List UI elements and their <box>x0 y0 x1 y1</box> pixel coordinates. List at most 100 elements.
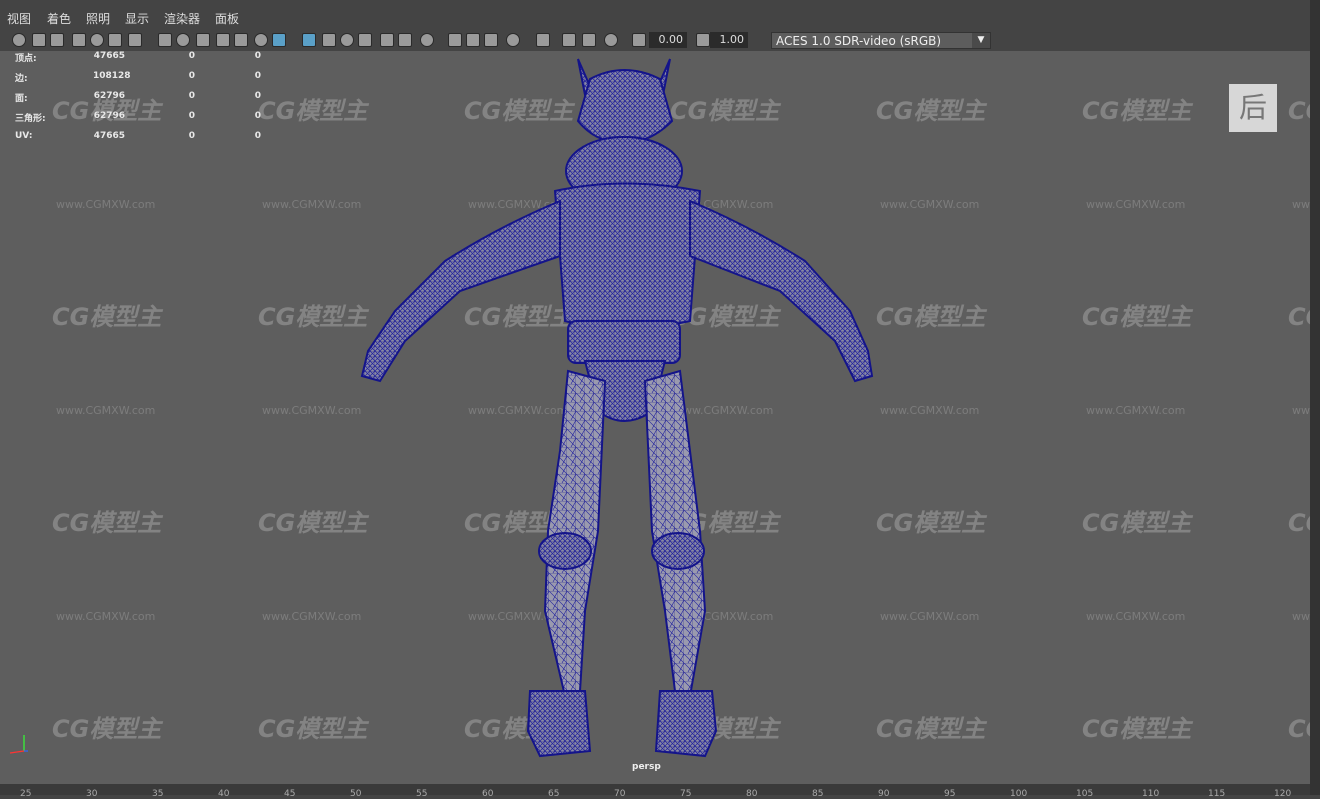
hud-value: 62796 <box>93 111 125 121</box>
shadows-icon[interactable] <box>398 33 412 47</box>
gamma-field[interactable]: 1.00 <box>710 32 748 48</box>
hud-value: 0 <box>254 111 261 121</box>
anti-alias-icon[interactable] <box>466 33 480 47</box>
ruler-tick: 35 <box>152 789 164 799</box>
view-cube[interactable]: 后 <box>1229 84 1277 132</box>
viewport-toolbar: 0.00 1.00 ACES 1.0 SDR-video (sRGB) ▼ <box>0 30 1320 51</box>
hud-label: 顶点: <box>15 54 37 64</box>
hud-value: 0 <box>254 91 261 101</box>
film-gate-icon[interactable] <box>158 33 172 47</box>
resolution-gate-icon[interactable] <box>176 33 190 47</box>
ruler-tick: 115 <box>1208 789 1226 799</box>
menu-renderer[interactable]: 渲染器 <box>164 10 200 27</box>
ruler-tick: 25 <box>20 789 32 799</box>
camera-attributes-icon[interactable] <box>32 33 46 47</box>
right-arm <box>689 199 874 383</box>
gate-mask-icon[interactable] <box>196 33 210 47</box>
depth-of-field-icon[interactable] <box>484 33 498 47</box>
menu-view[interactable]: 视图 <box>7 10 31 27</box>
helmet <box>576 69 674 145</box>
torso <box>553 182 702 330</box>
safe-title-icon[interactable] <box>254 33 268 47</box>
motion-blur-icon[interactable] <box>448 33 462 47</box>
ruler-tick: 55 <box>416 789 428 799</box>
ruler-tick: 110 <box>1142 789 1160 799</box>
camera-icon[interactable] <box>12 33 26 47</box>
ruler-tick: 85 <box>812 789 824 799</box>
3d-viewport[interactable]: CG模型主 www.CGMXW.com CG模型主 www.CGMXW.com CG模型… <box>0 51 1310 784</box>
textured-icon[interactable] <box>358 33 372 47</box>
ruler-tick: 120 <box>1274 789 1292 799</box>
menu-panels[interactable]: 面板 <box>215 10 239 27</box>
left-foot <box>526 690 592 758</box>
chevron-down-icon[interactable]: ▼ <box>972 33 990 48</box>
isolate-select-icon[interactable] <box>506 33 520 47</box>
ruler-tick: 75 <box>680 789 692 799</box>
right-foot <box>654 690 718 758</box>
screen-space-ao-icon[interactable] <box>420 33 434 47</box>
left-arm <box>360 199 561 383</box>
ruler-tick: 105 <box>1076 789 1094 799</box>
exposure-field[interactable]: 0.00 <box>649 32 687 48</box>
hud-value: 62796 <box>93 91 125 101</box>
hud-value: 0 <box>188 111 195 121</box>
hud-value: 0 <box>188 51 195 61</box>
panel-border <box>1310 0 1320 795</box>
ruler-tick: 60 <box>482 789 494 799</box>
xray-icon[interactable] <box>536 33 550 47</box>
hud-value: 0 <box>188 91 195 101</box>
ruler-tick: 70 <box>614 789 626 799</box>
safe-action-icon[interactable] <box>234 33 248 47</box>
wireframe-on-shaded-icon[interactable] <box>340 33 354 47</box>
menu-shading[interactable]: 着色 <box>47 10 71 27</box>
right-knee <box>651 532 705 570</box>
hud-value: 0 <box>254 131 261 141</box>
color-space-value: ACES 1.0 SDR-video (sRGB) <box>776 34 942 48</box>
wireframe-icon[interactable] <box>272 33 286 47</box>
smooth-shade-icon[interactable] <box>302 33 316 47</box>
hud-label: 面: <box>15 94 28 104</box>
time-ruler[interactable]: 25 30 35 40 45 50 55 60 65 70 75 80 85 90 95 100 105 110 1… <box>0 784 1310 799</box>
menu-lighting[interactable]: 照明 <box>86 10 110 27</box>
hud-value: 0 <box>188 71 195 81</box>
grid-icon[interactable] <box>128 33 142 47</box>
character-wireframe-model[interactable] <box>0 51 1310 784</box>
camera-name-label: persp <box>632 762 661 772</box>
hud-value: 0 <box>254 71 261 81</box>
default-material-icon[interactable] <box>322 33 336 47</box>
ruler-tick: 100 <box>1010 789 1028 799</box>
hud-label: UV: <box>15 131 33 141</box>
color-management-icon[interactable] <box>696 33 710 47</box>
ruler-tick: 45 <box>284 789 296 799</box>
2d-pan-icon[interactable] <box>90 33 104 47</box>
hud-value: 0 <box>254 51 261 61</box>
left-knee <box>538 532 592 570</box>
lighting-icon[interactable] <box>380 33 394 47</box>
belt <box>567 320 681 364</box>
hud-label: 边: <box>15 74 28 84</box>
bookmark-icon[interactable] <box>50 33 64 47</box>
menu-show[interactable]: 显示 <box>125 10 149 27</box>
ruler-tick: 40 <box>218 789 230 799</box>
hud-value: 108128 <box>93 71 131 81</box>
menu-bar: 视图 着色 照明 显示 渲染器 面板 <box>0 0 1320 30</box>
grease-pencil-icon[interactable] <box>108 33 122 47</box>
ruler-tick: 95 <box>944 789 956 799</box>
ruler-tick: 65 <box>548 789 560 799</box>
hud-value: 47665 <box>93 131 125 141</box>
field-chart-icon[interactable] <box>216 33 230 47</box>
image-plane-icon[interactable] <box>72 33 86 47</box>
ruler-tick: 90 <box>878 789 890 799</box>
axis-gizmo-icon <box>9 735 28 754</box>
exposure-icon[interactable] <box>604 33 618 47</box>
color-space-select[interactable]: ACES 1.0 SDR-video (sRGB) ▼ <box>771 32 991 49</box>
ruler-tick: 50 <box>350 789 362 799</box>
ruler-tick: 80 <box>746 789 758 799</box>
xray-joints-icon[interactable] <box>562 33 576 47</box>
backface-icon[interactable] <box>582 33 596 47</box>
hud-label: 三角形: <box>15 114 46 124</box>
ruler-tick: 30 <box>86 789 98 799</box>
gamma-icon[interactable] <box>632 33 646 47</box>
hud-value: 47665 <box>93 51 125 61</box>
hud-value: 0 <box>188 131 195 141</box>
